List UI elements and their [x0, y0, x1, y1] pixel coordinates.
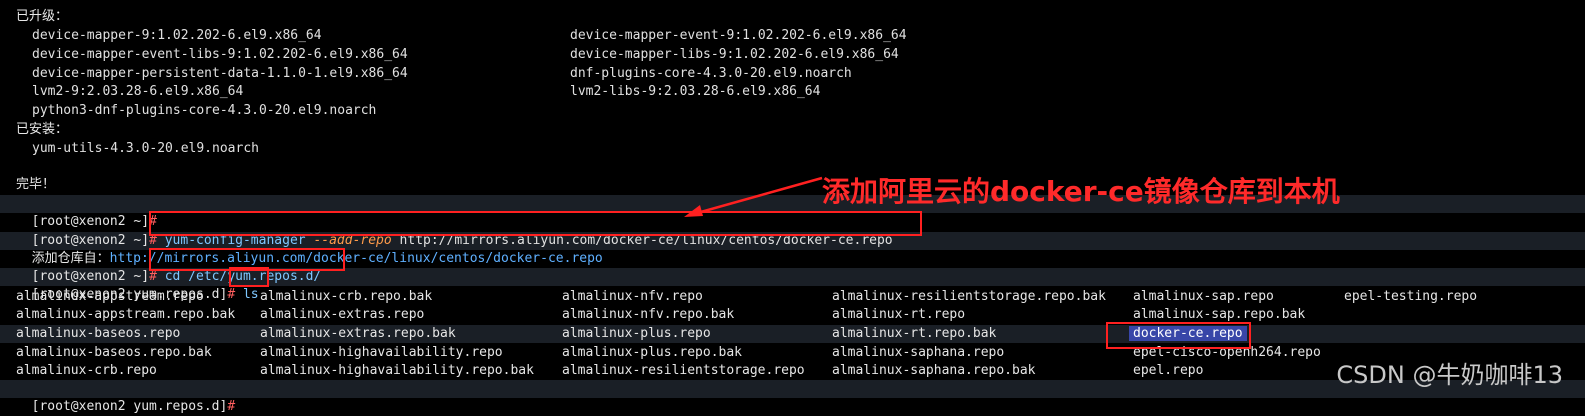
annotation-arrow	[684, 176, 823, 217]
watermark: CSDN @牛奶咖啡13	[1336, 361, 1563, 389]
prompt-hash: #	[227, 399, 236, 414]
annotation-text: 添加阿里云的docker-ce镜像仓库到本机	[822, 175, 1340, 208]
prompt: [root@xenon2 yum.repos.d]	[31, 399, 228, 414]
